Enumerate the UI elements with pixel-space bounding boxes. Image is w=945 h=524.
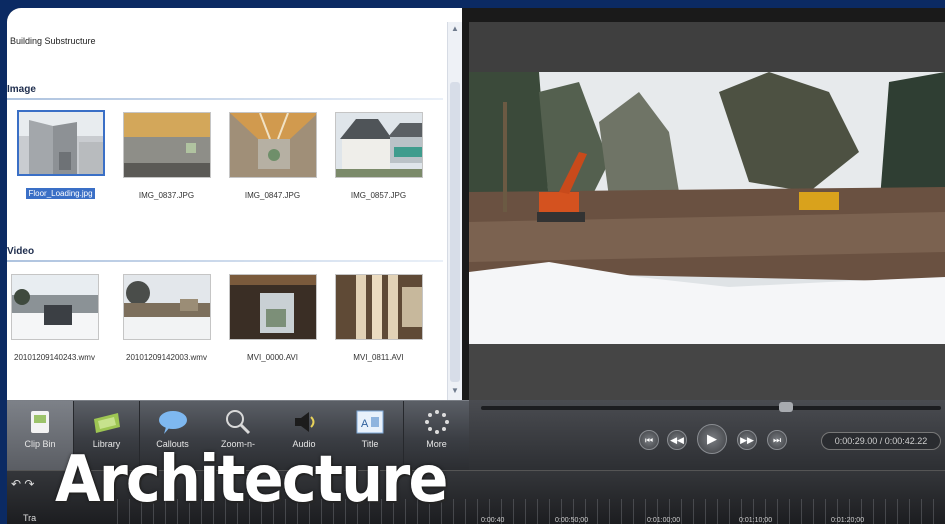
project-title: Building Substructure — [10, 36, 96, 46]
clip-thumbnail — [334, 274, 423, 340]
skip-to-end-button[interactable]: ⏭ — [767, 430, 787, 450]
rewind-icon: ◀◀ — [670, 435, 684, 445]
clip-label: IMG_0837.JPG — [138, 191, 195, 200]
camtasia-window: Building Substructure Image Floor_Loadin… — [7, 8, 945, 524]
clip-label: 20101209142003.wmv — [126, 353, 207, 362]
skip-to-start-button[interactable]: ⏮ — [639, 430, 659, 450]
rewind-button[interactable]: ◀◀ — [667, 430, 687, 450]
fast-forward-icon: ▶▶ — [740, 435, 754, 445]
scrollbar-thumb[interactable] — [450, 82, 460, 382]
preview-panel — [469, 22, 945, 400]
audio-icon — [289, 409, 319, 435]
clip-thumbnail — [122, 274, 211, 340]
caption-title: Architecture — [55, 443, 448, 517]
clip-video-mvi-0000[interactable]: MVI_0000.AVI — [225, 274, 320, 362]
image-group-divider — [7, 98, 443, 100]
preview-video[interactable] — [469, 72, 945, 344]
skip-back-icon: ⏮ — [644, 435, 654, 445]
clip-thumbnail — [228, 112, 317, 178]
clip-label: Floor_Loading.jpg — [26, 188, 95, 199]
clip-bin-scrollbar[interactable]: ▲ ▼ — [447, 22, 462, 400]
preview-top-bar — [469, 22, 945, 72]
zoom-icon — [223, 409, 253, 435]
clip-video-20101209140243[interactable]: 20101209140243.wmv — [7, 274, 102, 362]
play-button[interactable]: ▶ — [697, 424, 727, 454]
clip-bin-panel: Building Substructure Image Floor_Loadin… — [7, 8, 462, 400]
seek-bar[interactable] — [481, 406, 941, 410]
seek-handle[interactable] — [779, 402, 793, 412]
clip-thumbnail — [228, 274, 317, 340]
clip-image-0847[interactable]: IMG_0847.JPG — [225, 112, 320, 200]
clip-thumbnail — [122, 112, 211, 178]
ruler-tick: 0:00:50;00 — [555, 517, 589, 524]
video-group-header: Video — [7, 246, 35, 257]
clip-video-20101209142003[interactable]: 20101209142003.wmv — [119, 274, 214, 362]
fast-forward-button[interactable]: ▶▶ — [737, 430, 757, 450]
play-icon: ▶ — [707, 431, 717, 446]
ruler-tick: 0:00:40 — [481, 517, 505, 524]
ruler-tick: 0:01:10;00 — [739, 517, 773, 524]
more-icon — [422, 409, 452, 435]
clip-thumbnail — [334, 112, 423, 178]
clip-label: MVI_0811.AVI — [353, 353, 404, 362]
svg-text:A: A — [361, 418, 369, 430]
library-icon — [92, 409, 122, 435]
video-group-divider — [7, 260, 443, 262]
scroll-down-icon[interactable]: ▼ — [450, 386, 460, 396]
timecode-display: 0:00:29.00 / 0:00:42.22 — [821, 432, 941, 450]
callouts-icon — [158, 409, 188, 435]
clip-label: IMG_0847.JPG — [244, 191, 301, 200]
clip-label: 20101209140243.wmv — [14, 353, 95, 362]
clip-video-mvi-0811[interactable]: MVI_0811.AVI — [331, 274, 426, 362]
clip-label: IMG_0857.JPG — [350, 191, 407, 200]
screenshot-frame: Building Substructure Image Floor_Loadin… — [0, 0, 945, 524]
timeline-tools[interactable]: ↶ ↷ — [11, 477, 34, 491]
playback-controls: ⏮ ◀◀ ▶ ▶▶ ⏭ 0:00:29.00 / 0:00:42.22 — [469, 400, 945, 470]
clip-image-0837[interactable]: IMG_0837.JPG — [119, 112, 214, 200]
skip-forward-icon: ⏭ — [772, 435, 782, 445]
title-icon: A — [355, 409, 385, 435]
clip-image-0857[interactable]: IMG_0857.JPG — [331, 112, 426, 200]
undo-icon[interactable]: ↶ — [11, 477, 21, 491]
clip-thumbnail — [16, 110, 105, 176]
ruler-tick: 0:01:20;00 — [831, 517, 865, 524]
redo-icon[interactable]: ↷ — [24, 477, 34, 491]
tracks-label: Tra — [23, 513, 37, 523]
clip-thumbnail — [10, 274, 99, 340]
clip-label: MVI_0000.AVI — [247, 353, 298, 362]
ruler-tick: 0:01:00;00 — [647, 517, 681, 524]
scroll-up-icon[interactable]: ▲ — [450, 24, 460, 34]
clip-bin-icon — [25, 409, 55, 435]
clip-image-floor-loading[interactable]: Floor_Loading.jpg — [13, 110, 108, 199]
image-group-header: Image — [7, 84, 36, 95]
